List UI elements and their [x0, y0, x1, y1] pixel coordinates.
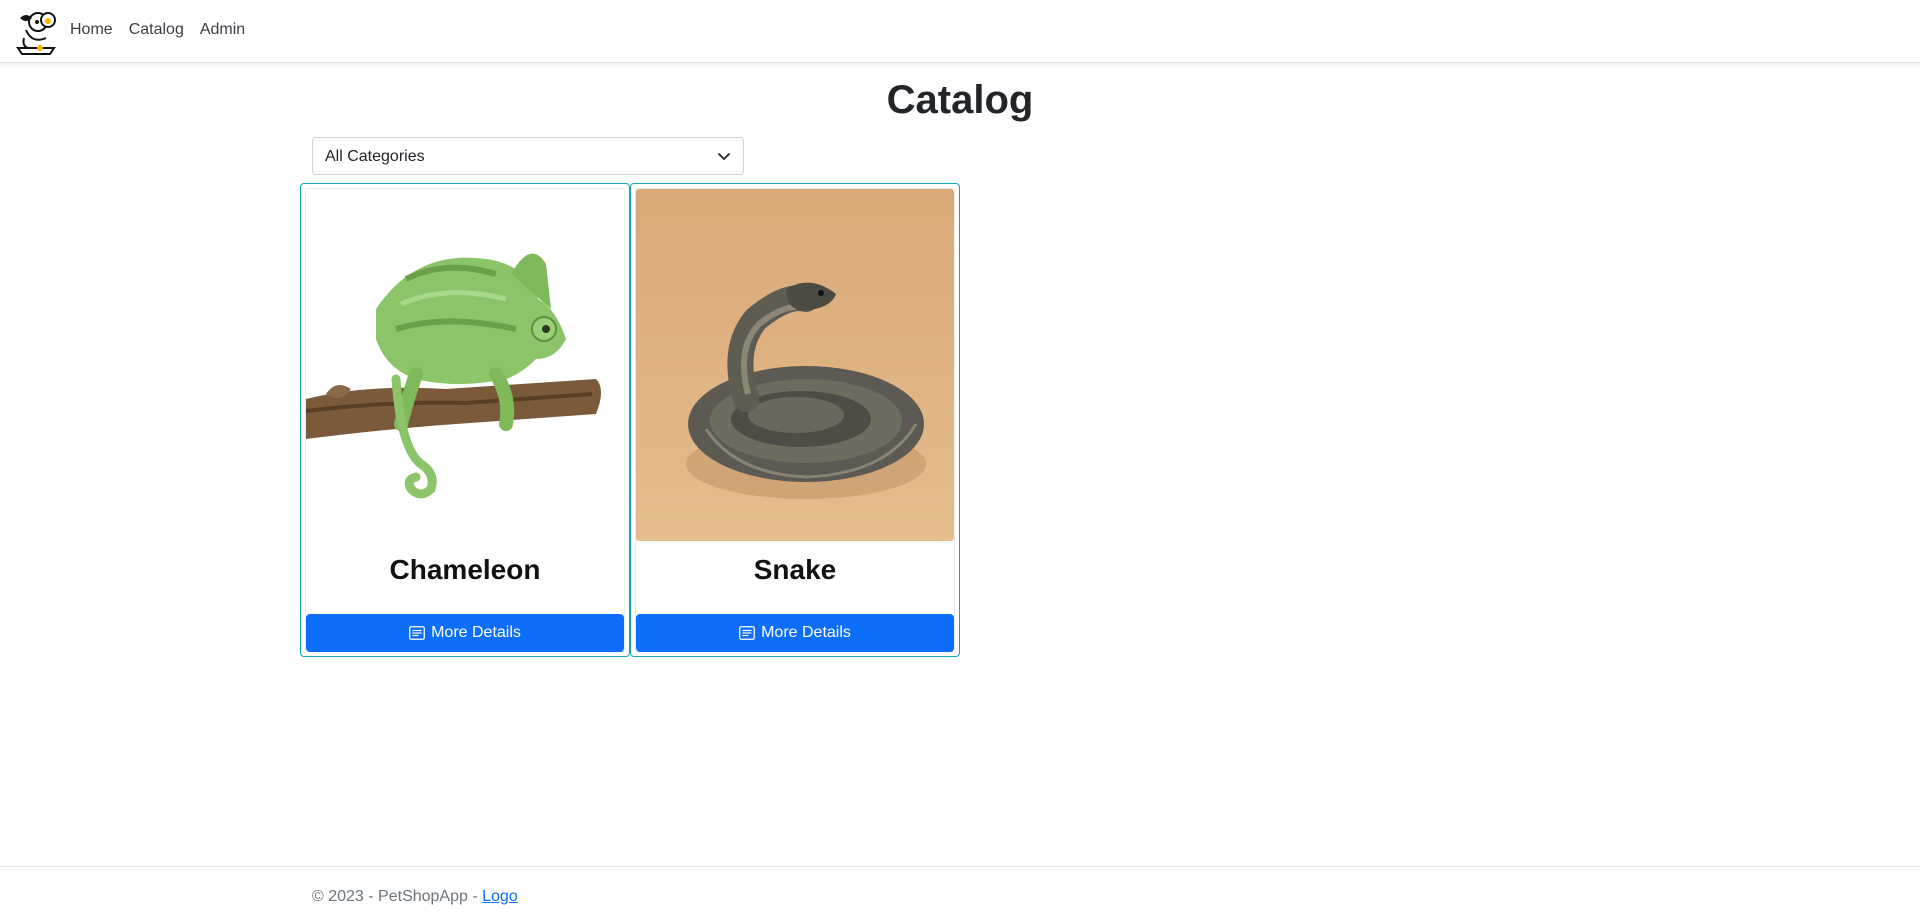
card-text-icon: [409, 626, 425, 640]
product-title: Chameleon: [389, 554, 541, 585]
more-details-button[interactable]: More Details: [306, 614, 624, 652]
navbar: Home Catalog Admin: [0, 0, 1920, 63]
nav-links: Home Catalog Admin: [70, 21, 245, 39]
product-title: Snake: [753, 554, 837, 585]
card-text-icon: [739, 626, 755, 640]
more-details-label: More Details: [761, 624, 851, 641]
footer-logo-link[interactable]: Logo: [482, 888, 518, 905]
footer: © 2023 - PetShopApp - Logo: [0, 866, 1920, 923]
nav-link-admin[interactable]: Admin: [200, 21, 245, 39]
nav-link-catalog[interactable]: Catalog: [129, 21, 184, 39]
copyright-text: © 2023 - PetShopApp -: [312, 888, 483, 905]
category-select[interactable]: All Categories: [312, 137, 744, 175]
snake-image: [636, 189, 954, 541]
chameleon-image: [306, 189, 624, 541]
product-card: Chameleon More Details: [300, 183, 630, 657]
product-card: Snake More Details: [630, 183, 960, 657]
chevron-down-icon: [718, 153, 730, 160]
footer-text: © 2023 - PetShopApp - Logo: [312, 888, 518, 906]
more-details-label: More Details: [431, 624, 521, 641]
petshop-logo-icon[interactable]: [12, 8, 60, 56]
page-title: Catalog: [886, 78, 1034, 122]
nav-link-home[interactable]: Home: [70, 21, 113, 39]
more-details-button[interactable]: More Details: [636, 614, 954, 652]
category-select-value: All Categories: [325, 148, 425, 165]
